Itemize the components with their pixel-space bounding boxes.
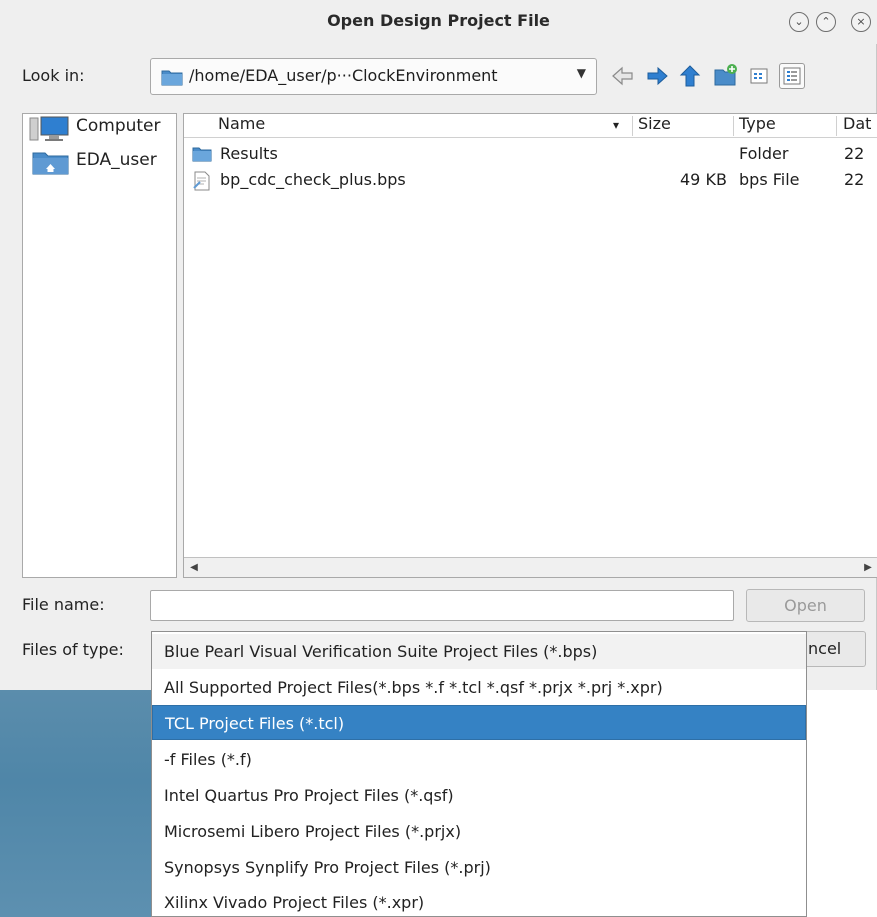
look-in-combobox[interactable]: /home/EDA_user/p···ClockEnvironment ▼ (150, 58, 597, 95)
dialog-title: Open Design Project File (327, 11, 550, 30)
close-button[interactable]: × (851, 12, 871, 32)
sort-arrow-icon: ▾ (613, 118, 620, 132)
file-size-cell: 49 KB (680, 170, 727, 189)
file-type-option[interactable]: Intel Quartus Pro Project Files (*.qsf) (152, 778, 806, 813)
scroll-left-icon[interactable]: ◀ (185, 559, 203, 576)
look-in-label: Look in: (22, 66, 85, 85)
document-icon (192, 171, 212, 195)
detail-view-icon[interactable] (779, 63, 805, 89)
column-divider[interactable] (733, 116, 734, 136)
back-arrow-icon[interactable] (610, 63, 636, 89)
look-in-path: /home/EDA_user/p···ClockEnvironment (189, 66, 498, 85)
chevron-down-icon: ▼ (576, 66, 586, 80)
files-of-type-label: Files of type: (22, 640, 124, 659)
cancel-button[interactable]: ncel (806, 631, 866, 667)
sidebar-item-label: Computer (76, 116, 161, 136)
file-name-cell: bp_cdc_check_plus.bps (220, 170, 406, 189)
open-button[interactable]: Open (746, 589, 865, 622)
sidebar-item-eda-user[interactable]: EDA_user (23, 148, 176, 176)
file-type-option[interactable]: -f Files (*.f) (152, 742, 806, 777)
file-type-option[interactable]: All Supported Project Files(*.bps *.f *.… (152, 670, 806, 705)
new-folder-icon[interactable] (713, 63, 739, 89)
sidebar-item-label: EDA_user (76, 150, 157, 170)
column-header-name[interactable]: Name (218, 114, 265, 133)
file-type-option[interactable]: Synopsys Synplify Pro Project Files (*.p… (152, 850, 806, 885)
file-row[interactable]: Results Folder 22 (184, 144, 877, 166)
file-type-option[interactable]: Microsemi Libero Project Files (*.prjx) (152, 814, 806, 849)
file-date-cell: 22 (844, 170, 865, 189)
scroll-right-icon[interactable]: ▶ (859, 559, 877, 576)
file-list: Name ▾ Size Type Dat Results Folder 22 b… (183, 113, 877, 578)
column-header-size[interactable]: Size (638, 114, 671, 133)
list-view-icon[interactable] (746, 63, 772, 89)
column-header-type[interactable]: Type (739, 114, 776, 133)
file-name-cell: Results (220, 144, 278, 163)
file-name-input[interactable] (150, 590, 734, 621)
minimize-button[interactable]: ⌄ (789, 12, 809, 32)
column-header-date[interactable]: Dat (843, 114, 871, 133)
computer-icon (29, 116, 71, 146)
file-type-cell: Folder (739, 144, 789, 163)
column-divider[interactable] (632, 116, 633, 136)
file-row[interactable]: bp_cdc_check_plus.bps 49 KB bps File 22 (184, 170, 877, 192)
file-list-header: Name ▾ Size Type Dat (184, 114, 877, 138)
file-date-cell: 22 (844, 144, 865, 163)
places-sidebar: Computer EDA_user (22, 113, 177, 578)
open-file-dialog: Open Design Project File ⌄ ⌃ × Look in: … (0, 0, 877, 690)
sidebar-item-computer[interactable]: Computer (23, 114, 176, 142)
file-type-option[interactable]: Blue Pearl Visual Verification Suite Pro… (152, 634, 806, 669)
horizontal-scrollbar[interactable]: ◀ ▶ (184, 557, 877, 577)
file-type-cell: bps File (739, 170, 800, 189)
file-type-option-selected[interactable]: TCL Project Files (*.tcl) (152, 705, 806, 740)
home-folder-icon (29, 150, 71, 180)
desktop-wallpaper (0, 690, 152, 917)
title-bar: Open Design Project File ⌄ ⌃ × (0, 0, 877, 44)
folder-icon (192, 145, 212, 167)
up-arrow-icon[interactable] (677, 63, 703, 89)
file-type-dropdown-list[interactable]: Blue Pearl Visual Verification Suite Pro… (151, 631, 807, 917)
file-name-label: File name: (22, 595, 105, 614)
maximize-button[interactable]: ⌃ (816, 12, 836, 32)
forward-arrow-icon[interactable] (644, 63, 670, 89)
column-divider[interactable] (836, 116, 837, 136)
file-type-option[interactable]: Xilinx Vivado Project Files (*.xpr) (152, 885, 806, 917)
folder-icon (161, 68, 183, 90)
